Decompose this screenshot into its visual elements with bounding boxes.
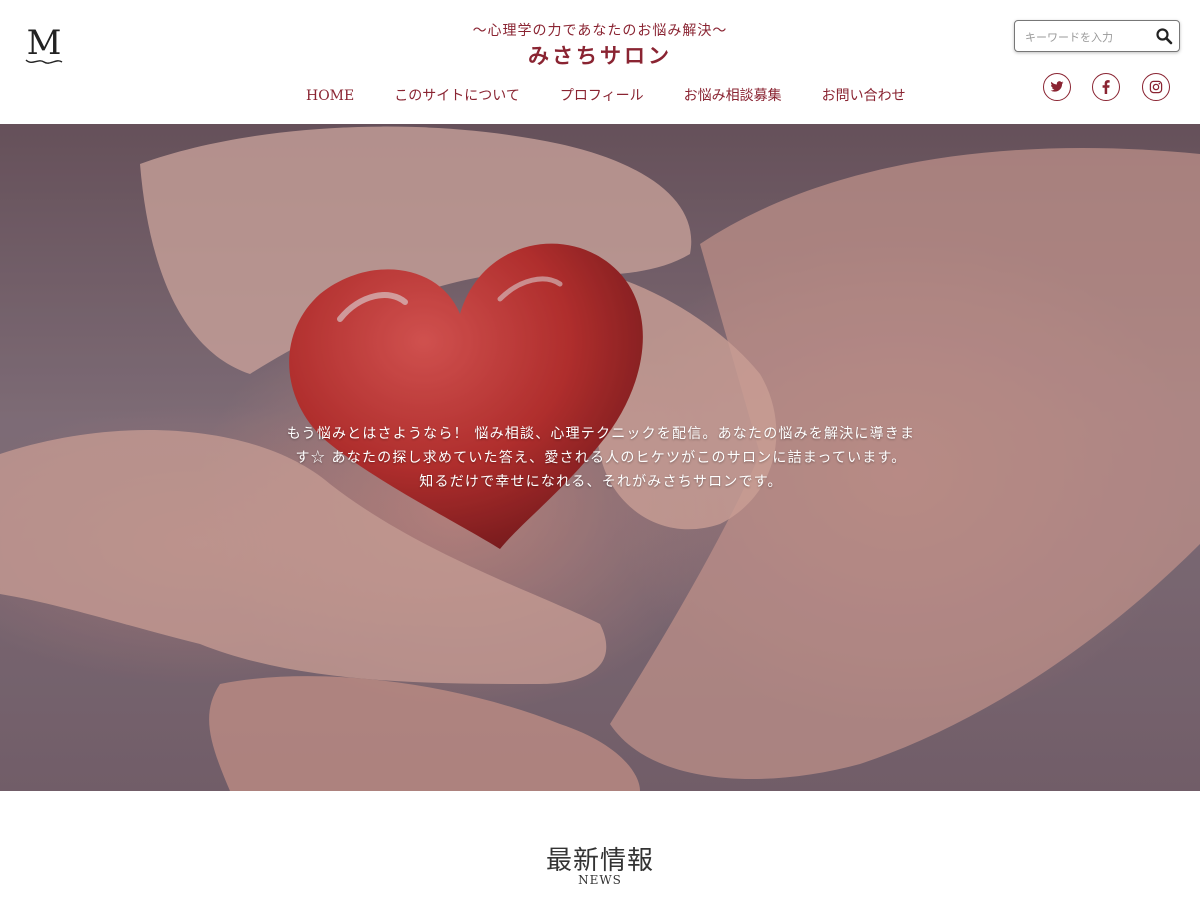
nav-home[interactable]: HOME	[286, 87, 374, 105]
search-input[interactable]	[1023, 26, 1151, 48]
news-subheading: NEWS	[578, 873, 622, 887]
hero-banner: もう悩みとはさようなら！ 悩み相談、心理テクニックを配信。あなたの悩みを解決に導…	[0, 124, 1200, 791]
main-nav: HOME このサイトについて プロフィール お悩み相談募集 お問い合わせ	[286, 87, 926, 105]
instagram-icon[interactable]	[1142, 73, 1170, 101]
hero-text: もう悩みとはさようなら！ 悩み相談、心理テクニックを配信。あなたの悩みを解決に導…	[286, 426, 916, 490]
search-box	[1014, 20, 1180, 52]
twitter-icon[interactable]	[1043, 73, 1071, 101]
search-icon[interactable]	[1155, 27, 1173, 45]
nav-consultation[interactable]: お悩み相談募集	[664, 87, 802, 105]
site-header: M 〜心理学の力であなたのお悩み解決〜 みさちサロン HOME このサイトについ…	[0, 0, 1200, 124]
nav-profile[interactable]: プロフィール	[540, 87, 664, 105]
news-heading: 最新情報	[545, 846, 654, 876]
facebook-icon[interactable]	[1092, 73, 1120, 101]
nav-about-site[interactable]: このサイトについて	[374, 87, 540, 105]
nav-contact[interactable]: お問い合わせ	[802, 87, 926, 105]
